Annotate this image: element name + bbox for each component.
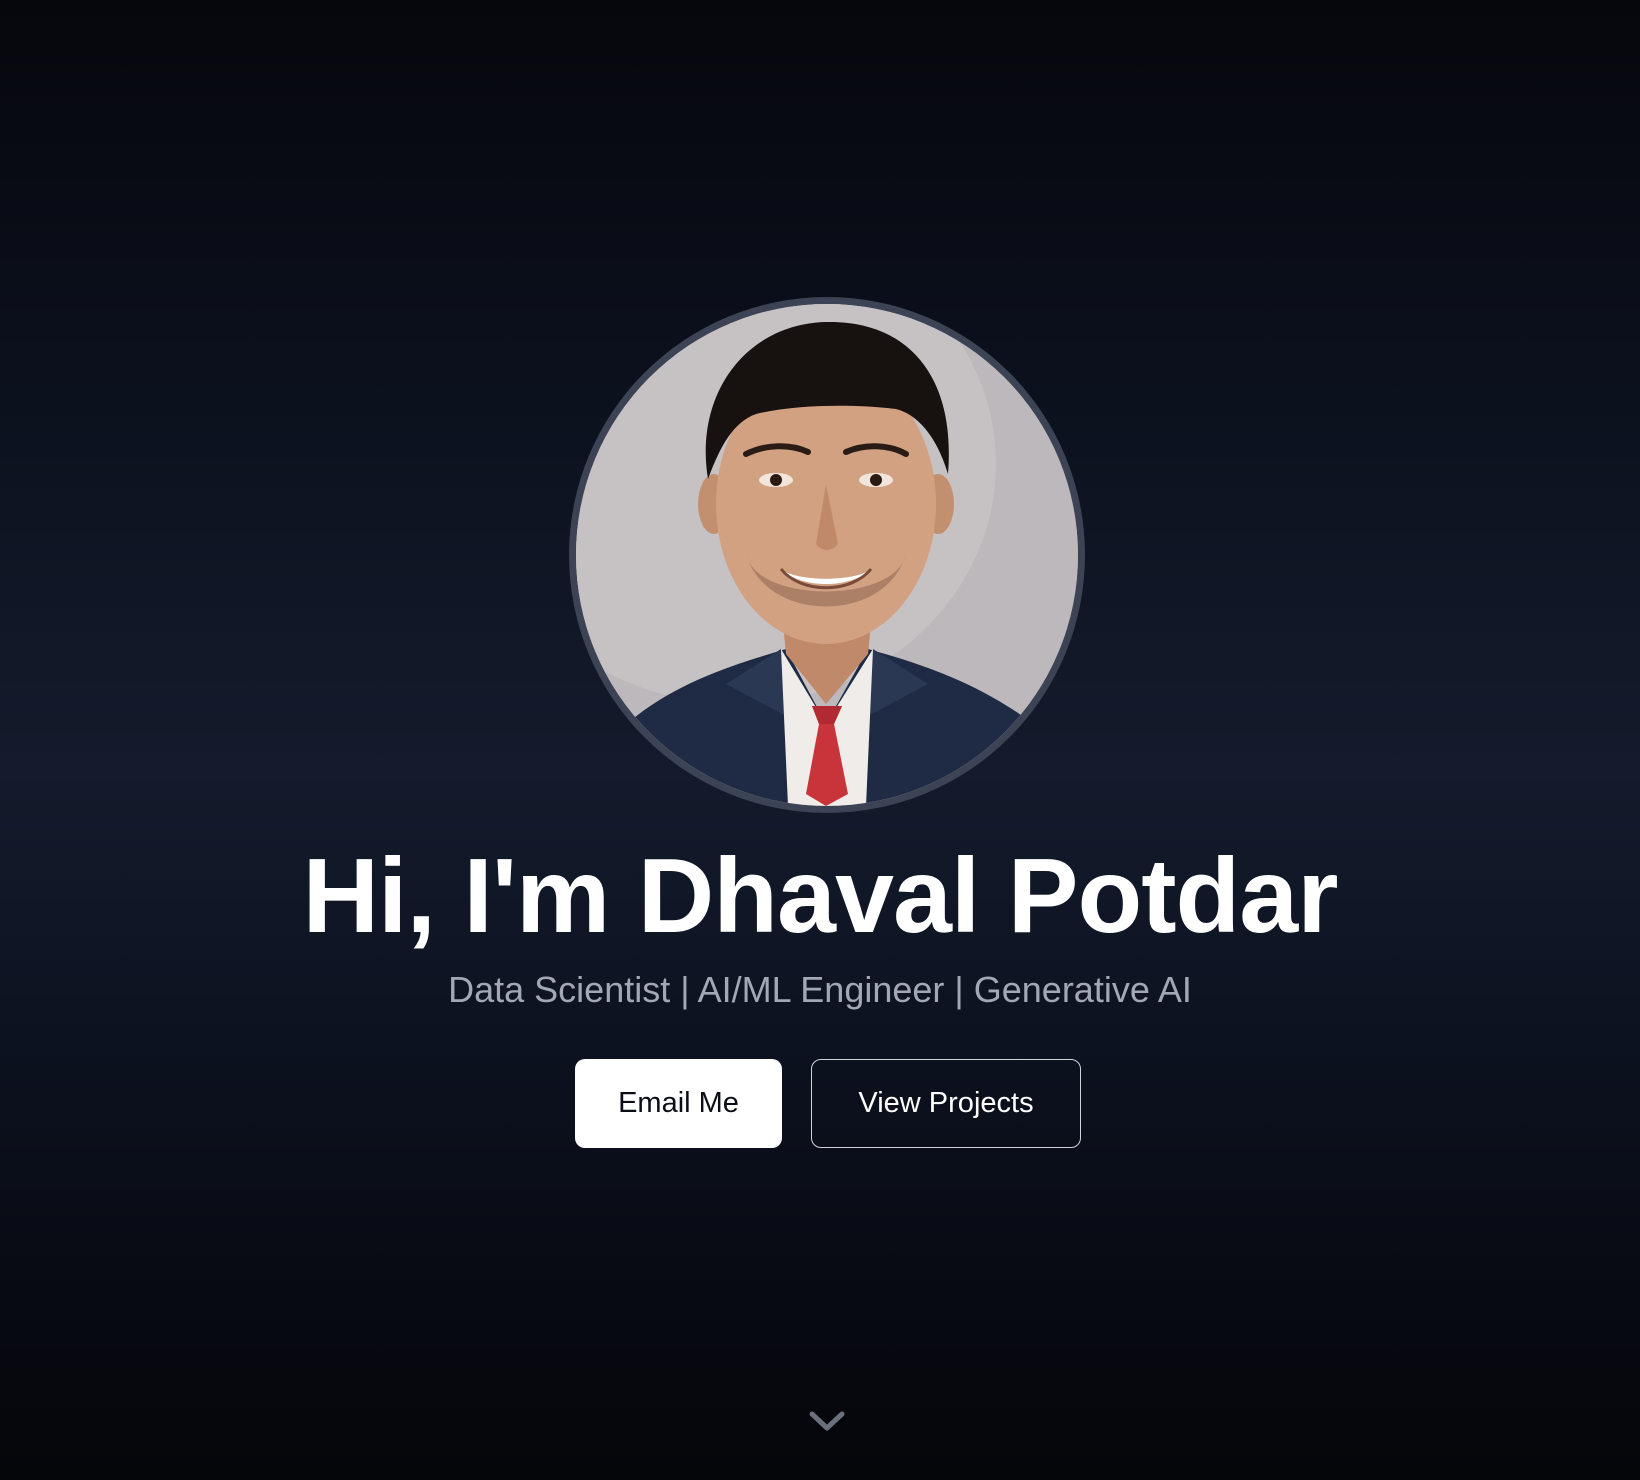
- avatar-ring: [569, 297, 1085, 813]
- email-me-button[interactable]: Email Me: [575, 1059, 782, 1148]
- hero-section: Hi, I'm Dhaval Potdar Data Scientist | A…: [0, 0, 1640, 1480]
- avatar-portrait-image: [576, 304, 1078, 806]
- avatar: [576, 304, 1078, 806]
- hero-title: Hi, I'm Dhaval Potdar: [302, 837, 1338, 955]
- chevron-down-icon[interactable]: [807, 1408, 847, 1434]
- view-projects-button[interactable]: View Projects: [811, 1059, 1081, 1148]
- hero-subtitle: Data Scientist | AI/ML Engineer | Genera…: [448, 969, 1192, 1010]
